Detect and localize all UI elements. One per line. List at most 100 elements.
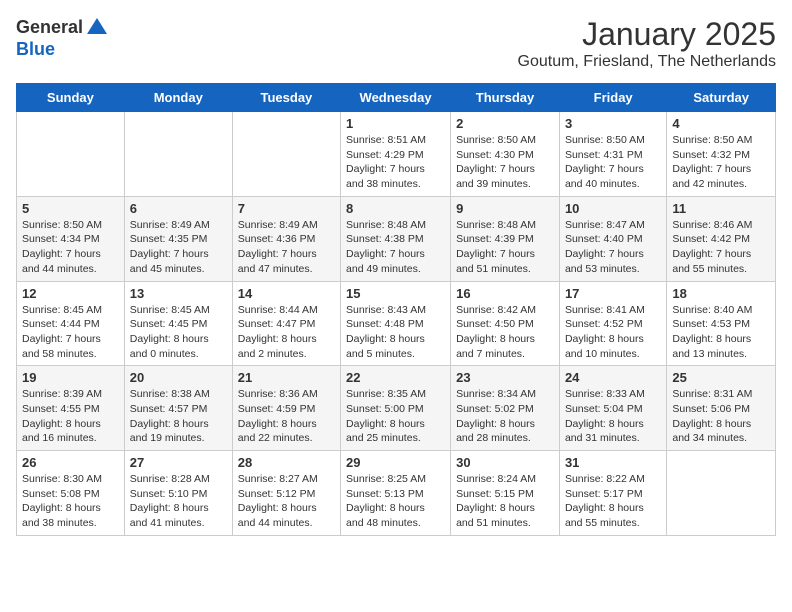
calendar-week-row: 26Sunrise: 8:30 AMSunset: 5:08 PMDayligh… xyxy=(17,451,776,536)
day-number: 3 xyxy=(565,116,661,131)
weekday-header-thursday: Thursday xyxy=(451,84,560,112)
day-info: Sunrise: 8:42 AMSunset: 4:50 PMDaylight:… xyxy=(456,303,554,362)
day-info: Sunrise: 8:48 AMSunset: 4:38 PMDaylight:… xyxy=(346,218,445,277)
calendar-cell: 12Sunrise: 8:45 AMSunset: 4:44 PMDayligh… xyxy=(17,281,125,366)
day-number: 5 xyxy=(22,201,119,216)
weekday-header-tuesday: Tuesday xyxy=(232,84,340,112)
calendar-cell: 19 Sunrise: 8:39 AMSunset: 4:55 PMDayligh… xyxy=(17,366,125,451)
day-info: Sunrise: 8:39 AMSunset: 4:55 PMDaylight:… xyxy=(22,387,119,446)
calendar-cell: 22 Sunrise: 8:35 AMSunset: 5:00 PMDayligh… xyxy=(341,366,451,451)
calendar-cell: 30Sunrise: 8:24 AMSunset: 5:15 PMDayligh… xyxy=(451,451,560,536)
calendar-cell: 23Sunrise: 8:34 AMSunset: 5:02 PMDayligh… xyxy=(451,366,560,451)
calendar-week-row: 19 Sunrise: 8:39 AMSunset: 4:55 PMDayligh… xyxy=(17,366,776,451)
calendar-week-row: 1Sunrise: 8:51 AMSunset: 4:29 PMDaylight… xyxy=(17,112,776,197)
calendar-cell: 26Sunrise: 8:30 AMSunset: 5:08 PMDayligh… xyxy=(17,451,125,536)
calendar-cell: 27 Sunrise: 8:28 AMSunset: 5:10 PMDayligh… xyxy=(124,451,232,536)
calendar-week-row: 12Sunrise: 8:45 AMSunset: 4:44 PMDayligh… xyxy=(17,281,776,366)
day-info: Sunrise: 8:50 AMSunset: 4:31 PMDaylight:… xyxy=(565,133,661,192)
calendar-cell: 7 Sunrise: 8:49 AMSunset: 4:36 PMDaylight… xyxy=(232,196,340,281)
calendar-cell xyxy=(124,112,232,197)
day-info: Sunrise: 8:22 AMSunset: 5:17 PMDaylight:… xyxy=(565,472,661,531)
calendar-cell: 29Sunrise: 8:25 AMSunset: 5:13 PMDayligh… xyxy=(341,451,451,536)
title-section: January 2025 Goutum, Friesland, The Neth… xyxy=(518,16,777,71)
day-info: Sunrise: 8:50 AMSunset: 4:34 PMDaylight:… xyxy=(22,218,119,277)
day-number: 8 xyxy=(346,201,445,216)
page-header: General Blue January 2025 Goutum, Friesl… xyxy=(16,16,776,71)
calendar-cell xyxy=(232,112,340,197)
day-number: 9 xyxy=(456,201,554,216)
day-info: Sunrise: 8:27 AMSunset: 5:12 PMDaylight:… xyxy=(238,472,335,531)
day-info: Sunrise: 8:33 AMSunset: 5:04 PMDaylight:… xyxy=(565,387,661,446)
day-number: 14 xyxy=(238,286,335,301)
day-number: 31 xyxy=(565,455,661,470)
day-info: Sunrise: 8:50 AMSunset: 4:30 PMDaylight:… xyxy=(456,133,554,192)
day-number: 4 xyxy=(672,116,770,131)
day-info: Sunrise: 8:34 AMSunset: 5:02 PMDaylight:… xyxy=(456,387,554,446)
day-info: Sunrise: 8:36 AMSunset: 4:59 PMDaylight:… xyxy=(238,387,335,446)
calendar-cell: 6 Sunrise: 8:49 AMSunset: 4:35 PMDaylight… xyxy=(124,196,232,281)
calendar-cell: 20 Sunrise: 8:38 AMSunset: 4:57 PMDayligh… xyxy=(124,366,232,451)
day-number: 16 xyxy=(456,286,554,301)
day-number: 25 xyxy=(672,370,770,385)
calendar-cell: 13 Sunrise: 8:45 AMSunset: 4:45 PMDayligh… xyxy=(124,281,232,366)
calendar-cell: 28 Sunrise: 8:27 AMSunset: 5:12 PMDayligh… xyxy=(232,451,340,536)
day-info: Sunrise: 8:46 AMSunset: 4:42 PMDaylight:… xyxy=(672,218,770,277)
calendar-cell: 31 Sunrise: 8:22 AMSunset: 5:17 PMDayligh… xyxy=(559,451,666,536)
day-info: Sunrise: 8:49 AMSunset: 4:35 PMDaylight:… xyxy=(130,218,227,277)
day-info: Sunrise: 8:41 AMSunset: 4:52 PMDaylight:… xyxy=(565,303,661,362)
calendar-cell: 9Sunrise: 8:48 AMSunset: 4:39 PMDaylight… xyxy=(451,196,560,281)
day-number: 6 xyxy=(130,201,227,216)
day-info: Sunrise: 8:45 AMSunset: 4:44 PMDaylight:… xyxy=(22,303,119,362)
day-info: Sunrise: 8:35 AMSunset: 5:00 PMDaylight:… xyxy=(346,387,445,446)
day-number: 11 xyxy=(672,201,770,216)
day-info: Sunrise: 8:38 AMSunset: 4:57 PMDaylight:… xyxy=(130,387,227,446)
weekday-header-row: SundayMondayTuesdayWednesdayThursdayFrid… xyxy=(17,84,776,112)
calendar-cell: 24Sunrise: 8:33 AMSunset: 5:04 PMDayligh… xyxy=(559,366,666,451)
day-info: Sunrise: 8:43 AMSunset: 4:48 PMDaylight:… xyxy=(346,303,445,362)
calendar-table: SundayMondayTuesdayWednesdayThursdayFrid… xyxy=(16,83,776,536)
calendar-cell: 17 Sunrise: 8:41 AMSunset: 4:52 PMDayligh… xyxy=(559,281,666,366)
calendar-cell: 2 Sunrise: 8:50 AMSunset: 4:30 PMDaylight… xyxy=(451,112,560,197)
logo: General Blue xyxy=(16,16,109,60)
weekday-header-friday: Friday xyxy=(559,84,666,112)
day-number: 17 xyxy=(565,286,661,301)
day-info: Sunrise: 8:49 AMSunset: 4:36 PMDaylight:… xyxy=(238,218,335,277)
logo-general: General xyxy=(16,18,83,38)
day-number: 7 xyxy=(238,201,335,216)
day-number: 27 xyxy=(130,455,227,470)
calendar-cell: 1Sunrise: 8:51 AMSunset: 4:29 PMDaylight… xyxy=(341,112,451,197)
weekday-header-saturday: Saturday xyxy=(667,84,776,112)
day-info: Sunrise: 8:28 AMSunset: 5:10 PMDaylight:… xyxy=(130,472,227,531)
weekday-header-wednesday: Wednesday xyxy=(341,84,451,112)
day-number: 28 xyxy=(238,455,335,470)
day-info: Sunrise: 8:44 AMSunset: 4:47 PMDaylight:… xyxy=(238,303,335,362)
day-number: 1 xyxy=(346,116,445,131)
day-number: 2 xyxy=(456,116,554,131)
day-number: 26 xyxy=(22,455,119,470)
day-info: Sunrise: 8:24 AMSunset: 5:15 PMDaylight:… xyxy=(456,472,554,531)
calendar-cell: 4Sunrise: 8:50 AMSunset: 4:32 PMDaylight… xyxy=(667,112,776,197)
calendar-cell: 21 Sunrise: 8:36 AMSunset: 4:59 PMDayligh… xyxy=(232,366,340,451)
calendar-week-row: 5 Sunrise: 8:50 AMSunset: 4:34 PMDaylight… xyxy=(17,196,776,281)
calendar-cell: 11 Sunrise: 8:46 AMSunset: 4:42 PMDayligh… xyxy=(667,196,776,281)
weekday-header-sunday: Sunday xyxy=(17,84,125,112)
logo-icon xyxy=(85,16,109,40)
calendar-cell: 3 Sunrise: 8:50 AMSunset: 4:31 PMDaylight… xyxy=(559,112,666,197)
day-info: Sunrise: 8:31 AMSunset: 5:06 PMDaylight:… xyxy=(672,387,770,446)
calendar-cell: 14 Sunrise: 8:44 AMSunset: 4:47 PMDayligh… xyxy=(232,281,340,366)
day-info: Sunrise: 8:45 AMSunset: 4:45 PMDaylight:… xyxy=(130,303,227,362)
day-info: Sunrise: 8:25 AMSunset: 5:13 PMDaylight:… xyxy=(346,472,445,531)
weekday-header-monday: Monday xyxy=(124,84,232,112)
day-number: 21 xyxy=(238,370,335,385)
location-title: Goutum, Friesland, The Netherlands xyxy=(518,53,777,71)
month-title: January 2025 xyxy=(518,16,777,53)
day-number: 22 xyxy=(346,370,445,385)
calendar-cell: 10Sunrise: 8:47 AMSunset: 4:40 PMDayligh… xyxy=(559,196,666,281)
calendar-cell: 15Sunrise: 8:43 AMSunset: 4:48 PMDayligh… xyxy=(341,281,451,366)
calendar-cell: 5 Sunrise: 8:50 AMSunset: 4:34 PMDaylight… xyxy=(17,196,125,281)
calendar-cell: 16 Sunrise: 8:42 AMSunset: 4:50 PMDayligh… xyxy=(451,281,560,366)
calendar-cell: 18Sunrise: 8:40 AMSunset: 4:53 PMDayligh… xyxy=(667,281,776,366)
day-number: 20 xyxy=(130,370,227,385)
day-number: 19 xyxy=(22,370,119,385)
day-number: 13 xyxy=(130,286,227,301)
